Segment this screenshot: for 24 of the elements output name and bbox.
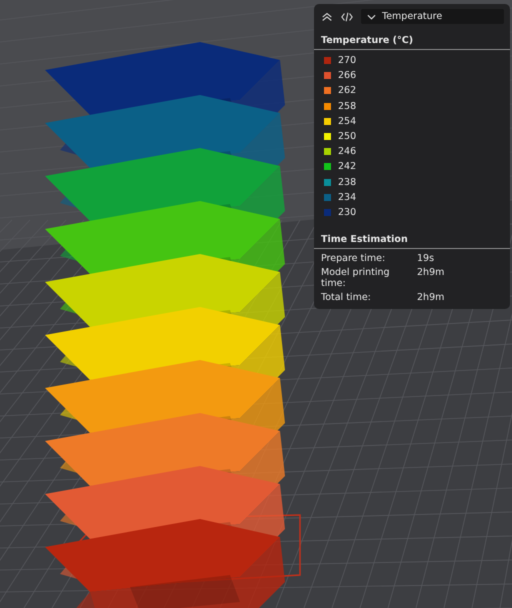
chevron-down-icon: [367, 14, 376, 20]
legend-value: 238: [338, 176, 356, 188]
view-type-dropdown[interactable]: Temperature: [361, 9, 504, 24]
legend-value: 234: [338, 192, 356, 203]
code-icon[interactable]: [341, 10, 353, 22]
legend-value: 254: [338, 116, 356, 127]
time-value: 2h9m: [417, 292, 446, 303]
legend-value: 246: [338, 146, 356, 158]
legend-value: 262: [338, 85, 356, 96]
collapse-icon[interactable]: [321, 10, 333, 22]
time-value: 2h9m: [417, 266, 446, 280]
time-label: Model printing time:: [321, 266, 391, 289]
time-label: Total time:: [321, 292, 372, 303]
legend-value: 266: [338, 70, 356, 82]
dropdown-value: Temperature: [382, 11, 442, 22]
legend-value: 270: [338, 55, 356, 66]
legend-title: Temperature (°C): [320, 34, 414, 48]
time-label: Prepare time:: [321, 252, 386, 264]
time-value: 19s: [417, 252, 436, 264]
legend-value: 242: [338, 161, 356, 172]
section-title: Time Estimation: [320, 232, 409, 247]
legend-value: 230: [338, 206, 356, 218]
legend-value: 250: [338, 130, 356, 142]
legend-value: 258: [338, 100, 356, 112]
